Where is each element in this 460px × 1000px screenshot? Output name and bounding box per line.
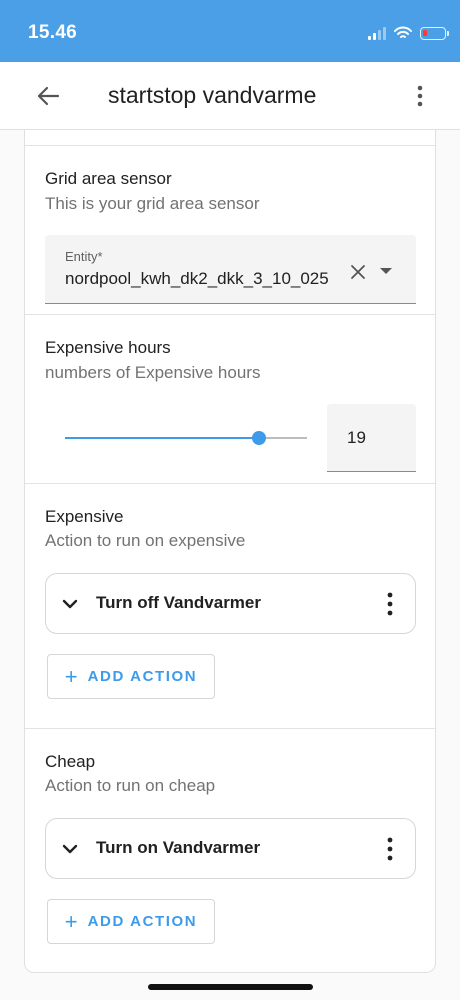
action-row-turn-on[interactable]: Turn on Vandvarmer — [45, 818, 416, 879]
clear-icon[interactable] — [349, 263, 367, 281]
expensive-hours-input[interactable]: 19 — [327, 404, 416, 472]
expensive-hours-slider[interactable] — [65, 425, 307, 451]
expensive-title: Expensive — [45, 507, 124, 526]
divider — [25, 145, 435, 146]
expensive-hours-title: Expensive hours — [45, 338, 171, 357]
action-label: Turn on Vandvarmer — [96, 838, 261, 857]
status-time: 15.46 — [28, 22, 78, 43]
plus-icon: + — [64, 663, 78, 689]
slider-fill — [65, 437, 259, 439]
more-vert-icon[interactable] — [387, 837, 393, 861]
add-action-label: ADD ACTION — [87, 913, 198, 930]
chevron-down-icon[interactable] — [62, 843, 78, 855]
entity-picker-field[interactable]: Entity* nordpool_kwh_dk2_dkk_3_10_025 — [45, 235, 416, 304]
cheap-title: Cheap — [45, 752, 96, 771]
app-bar: startstop vandvarme — [0, 62, 460, 130]
action-label: Turn off Vandvarmer — [96, 593, 261, 612]
cheap-description: Action to run on cheap — [45, 776, 216, 795]
entity-field-value: nordpool_kwh_dk2_dkk_3_10_025 — [65, 269, 329, 288]
overflow-menu-button[interactable] — [410, 82, 430, 110]
expensive-hours-value: 19 — [347, 428, 366, 447]
grid-area-description: This is your grid area sensor — [45, 194, 260, 213]
arrow-left-icon — [37, 86, 60, 106]
status-bar: 15.46 — [0, 0, 460, 62]
chevron-down-icon[interactable] — [62, 598, 78, 610]
divider — [25, 483, 435, 484]
grid-area-title: Grid area sensor — [45, 169, 172, 188]
expensive-hours-description: numbers of Expensive hours — [45, 363, 261, 382]
divider — [25, 728, 435, 729]
page-title: startstop vandvarme — [108, 82, 317, 108]
divider — [25, 314, 435, 315]
expensive-description: Action to run on expensive — [45, 531, 246, 550]
slider-thumb[interactable] — [252, 431, 266, 445]
dropdown-arrow-icon[interactable] — [379, 265, 393, 277]
home-indicator — [148, 984, 313, 990]
back-button[interactable] — [30, 82, 66, 110]
wifi-icon — [394, 26, 412, 38]
plus-icon: + — [64, 908, 78, 934]
entity-field-label: Entity* — [65, 249, 103, 264]
more-vert-icon — [417, 85, 423, 107]
blueprint-input-card: Grid area sensor This is your grid area … — [24, 130, 436, 973]
add-action-label: ADD ACTION — [87, 668, 198, 685]
signal-icon — [368, 26, 386, 40]
add-action-button-cheap[interactable]: + ADD ACTION — [47, 899, 215, 944]
more-vert-icon[interactable] — [387, 592, 393, 616]
action-row-turn-off[interactable]: Turn off Vandvarmer — [45, 573, 416, 634]
battery-low-icon — [420, 26, 449, 40]
add-action-button-expensive[interactable]: + ADD ACTION — [47, 654, 215, 699]
status-icons — [368, 24, 449, 42]
